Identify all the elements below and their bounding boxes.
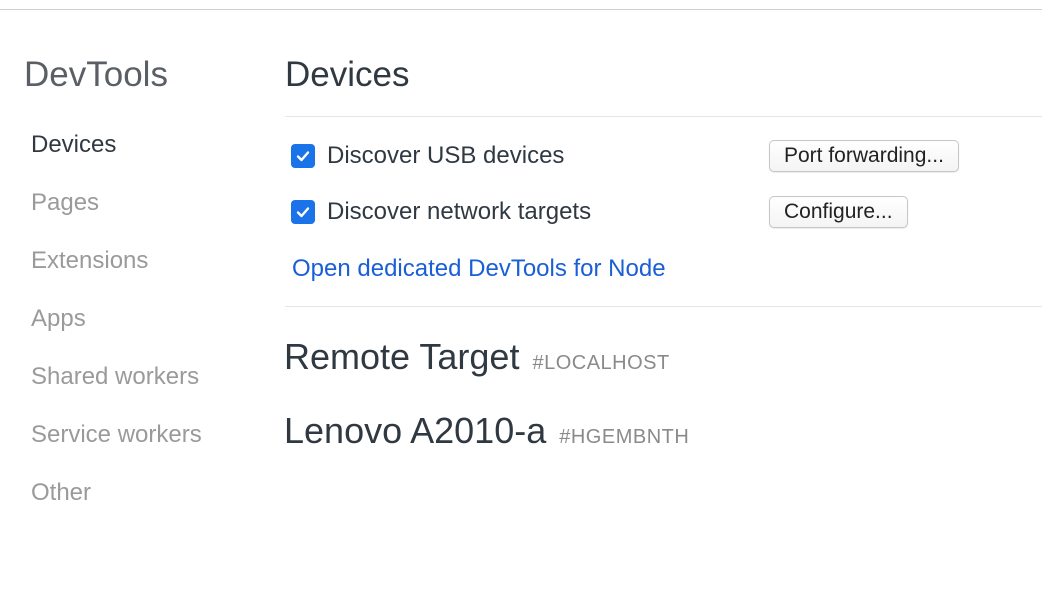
checkmark-icon [296,151,310,162]
network-discovery-label: Discover network targets [327,198,592,225]
usb-discovery-checkbox[interactable] [291,144,315,168]
sidebar-title: DevTools [24,55,168,94]
sidebar-item-devices[interactable]: Devices [31,130,116,160]
sidebar-item-extensions[interactable]: Extensions [31,246,148,276]
header-divider [285,116,1042,117]
configure-button[interactable]: Configure... [769,196,908,228]
open-node-devtools-link[interactable]: Open dedicated DevTools for Node [292,254,666,284]
network-discovery-checkbox[interactable] [291,200,315,224]
top-divider [0,9,1042,10]
network-discovery-option: Discover network targets [291,198,591,226]
target-id: #HGEMBNTH [559,426,690,448]
sidebar-item-pages[interactable]: Pages [31,188,99,218]
remote-target-header: Remote Target #LOCALHOST [284,336,670,378]
target-name: Remote Target [284,336,520,377]
usb-discovery-label: Discover USB devices [327,142,565,169]
sidebar-item-shared-workers[interactable]: Shared workers [31,362,199,392]
section-divider [285,306,1042,307]
target-name: Lenovo A2010-a [284,410,547,451]
usb-discovery-option: Discover USB devices [291,142,564,170]
checkmark-icon [296,207,310,218]
target-id: #LOCALHOST [532,352,670,374]
sidebar-item-apps[interactable]: Apps [31,304,86,334]
page-title: Devices [285,55,410,94]
port-forwarding-button[interactable]: Port forwarding... [769,140,959,172]
device-target-header: Lenovo A2010-a #HGEMBNTH [284,410,689,452]
sidebar-item-other[interactable]: Other [31,478,91,508]
sidebar-item-service-workers[interactable]: Service workers [31,420,202,450]
